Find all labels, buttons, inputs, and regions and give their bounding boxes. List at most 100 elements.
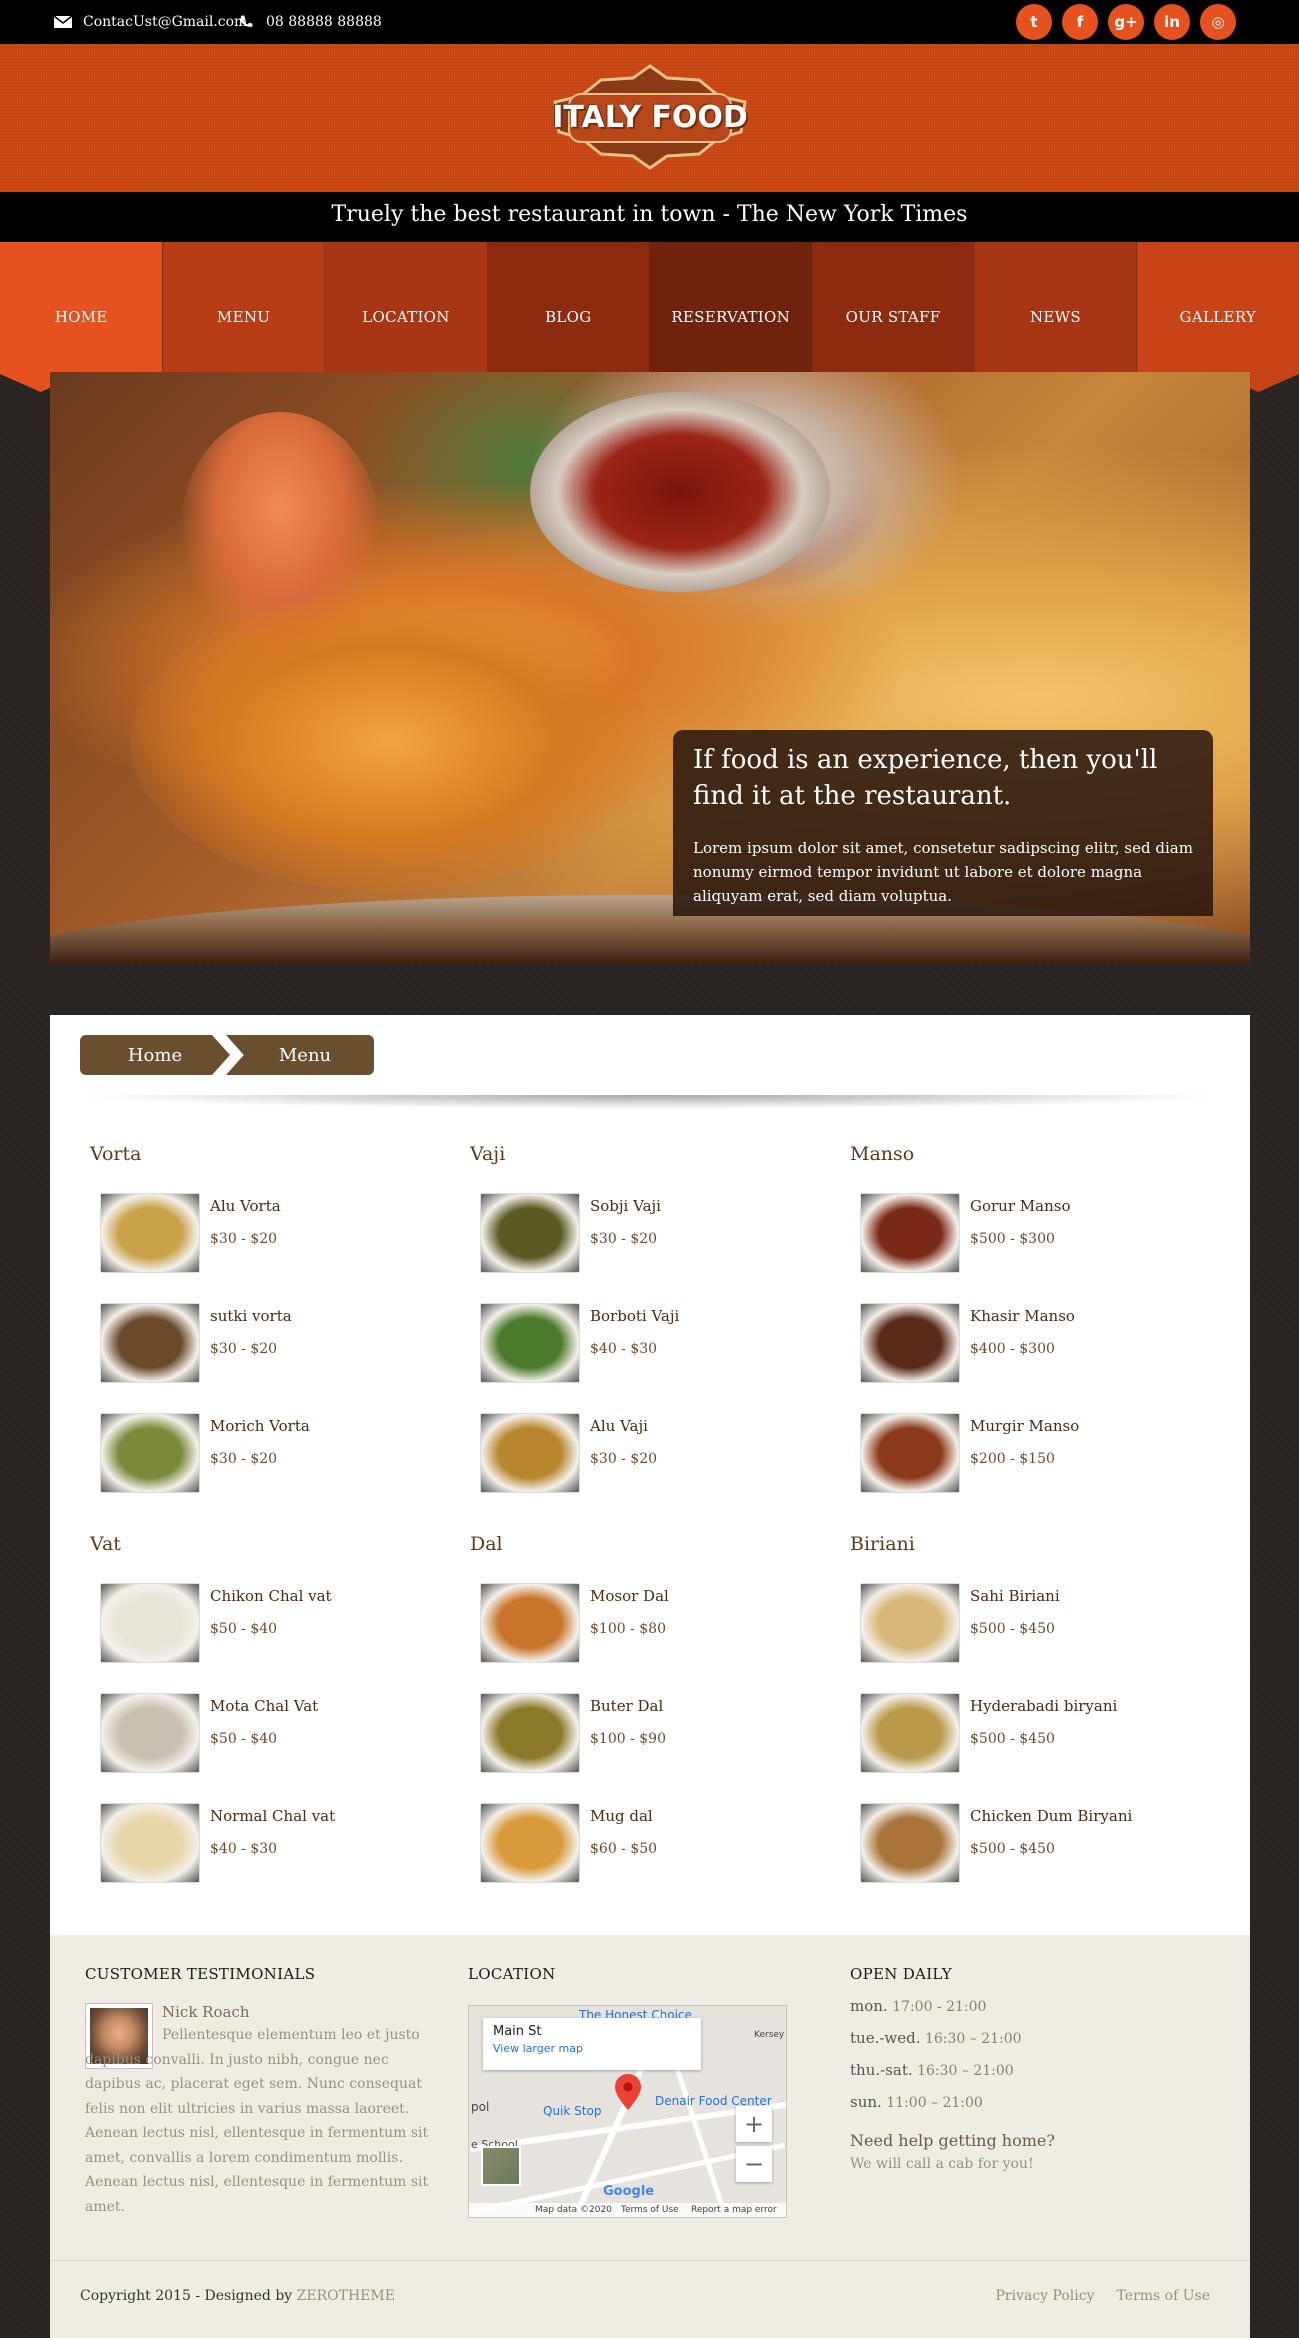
contact-email[interactable]: ContacUst@Gmail.com [53,0,247,44]
menu-item[interactable]: Alu Vaji $30 - $20 [480,1413,840,1493]
nav-item-reservation[interactable]: RESERVATION [649,242,812,392]
google-logo: Google [603,2184,655,2199]
privacy-policy-link[interactable]: Privacy Policy [995,2288,1094,2304]
menu-item-photo[interactable] [480,1693,580,1773]
hero-body: Lorem ipsum dolor sit amet, consetetur s… [693,839,1193,905]
hours-time: 16:30 – 21:00 [924,2031,1022,2047]
menu-item-photo[interactable] [100,1583,200,1663]
menu-item[interactable]: Murgir Manso $200 - $150 [860,1413,1220,1493]
menu-item[interactable]: Sobji Vaji $30 - $20 [480,1193,840,1273]
menu-item-photo[interactable] [100,1303,200,1383]
nav-item-news[interactable]: NEWS [974,242,1137,392]
designer-link[interactable]: ZEROTHEME [297,2288,395,2304]
menu-item[interactable]: Normal Chal vat $40 - $30 [100,1803,460,1883]
facebook-icon[interactable]: f [1062,4,1098,40]
menu-item[interactable]: Hyderabadi biryani $500 - $450 [860,1693,1220,1773]
google-plus-icon[interactable]: g+ [1108,4,1144,40]
menu-item-name[interactable]: sutki vorta [210,1307,292,1325]
menu-item-price: $500 - $300 [970,1231,1055,1247]
menu-item-name[interactable]: Murgir Manso [970,1417,1079,1435]
tagline-bar: Truely the best restaurant in town - The… [0,192,1299,244]
menu-item-price: $60 - $50 [590,1841,658,1857]
map-satellite-toggle[interactable] [481,2146,521,2186]
menu-item-name[interactable]: Borboti Vaji [590,1307,679,1325]
menu-item-name[interactable]: Sobji Vaji [590,1197,661,1215]
menu-item-photo[interactable] [480,1583,580,1663]
map-report-link[interactable]: Report a map error [691,2205,777,2215]
menu-item-photo[interactable] [480,1193,580,1273]
map-larger-link[interactable]: View larger map [493,2042,691,2055]
menu-item-name[interactable]: Mosor Dal [590,1587,669,1605]
divider-shadow [70,1095,1230,1109]
nav-item-menu[interactable]: MENU [162,242,325,392]
menu-item[interactable]: Chicken Dum Biryani $500 - $450 [860,1803,1220,1883]
location-map[interactable]: The Honest Choice Quik Stop Denair Food … [468,2005,787,2218]
nav-item-location[interactable]: LOCATION [324,242,488,392]
menu-item-name[interactable]: Chicken Dum Biryani [970,1807,1132,1825]
menu-item[interactable]: Chikon Chal vat $50 - $40 [100,1583,460,1663]
hero-caption: If food is an experience, then you'll fi… [673,730,1213,916]
map-zoom-in-button[interactable]: + [736,2106,772,2142]
breadcrumb-home[interactable]: Home [80,1035,230,1075]
menu-item[interactable]: Gorur Manso $500 - $300 [860,1193,1220,1273]
menu-item-photo[interactable] [100,1193,200,1273]
menu-item-photo[interactable] [480,1413,580,1493]
menu-item-photo[interactable] [100,1693,200,1773]
terms-of-use-link[interactable]: Terms of Use [1117,2288,1210,2304]
menu-item-photo[interactable] [100,1803,200,1883]
nav-item-our-staff[interactable]: OUR STAFF [811,242,975,392]
menu-item-name[interactable]: Morich Vorta [210,1417,310,1435]
hours-time: 16:30 – 21:00 [917,2063,1014,2079]
menu-item[interactable]: sutki vorta $30 - $20 [100,1303,460,1383]
menu-item-price: $50 - $40 [210,1621,278,1637]
menu-item[interactable]: Alu Vorta $30 - $20 [100,1193,460,1273]
menu-item[interactable]: Sahi Biriani $500 - $450 [860,1583,1220,1663]
menu-item-name[interactable]: Alu Vaji [590,1417,648,1435]
nav-item-blog[interactable]: BLOG [487,242,650,392]
map-zoom-out-button[interactable]: − [736,2146,772,2182]
menu-item-photo[interactable] [860,1303,960,1383]
menu-item-price: $40 - $30 [210,1841,278,1857]
menu-item[interactable]: Khasir Manso $400 - $300 [860,1303,1220,1383]
menu-item-name[interactable]: Khasir Manso [970,1307,1075,1325]
menu-item-photo[interactable] [860,1413,960,1493]
menu-item-name[interactable]: Gorur Manso [970,1197,1070,1215]
menu-item-photo[interactable] [480,1303,580,1383]
menu-item-photo[interactable] [100,1413,200,1493]
map-terms-link[interactable]: Terms of Use [621,2205,679,2215]
menu-item-name[interactable]: Chikon Chal vat [210,1587,332,1605]
menu-item-photo[interactable] [860,1693,960,1773]
menu-item-name[interactable]: Alu Vorta [210,1197,281,1215]
menu-item-photo[interactable] [480,1803,580,1883]
menu-item-name[interactable]: Hyderabadi biryani [970,1697,1117,1715]
menu-item-name[interactable]: Sahi Biriani [970,1587,1060,1605]
menu-item-name[interactable]: Buter Dal [590,1697,663,1715]
hours-day: tue.-wed. [850,2029,921,2047]
menu-item-name[interactable]: Normal Chal vat [210,1807,335,1825]
menu-item-photo[interactable] [860,1803,960,1883]
instagram-icon[interactable]: ◎ [1200,4,1236,40]
menu-item-photo[interactable] [860,1583,960,1663]
menu-item[interactable]: Mota Chal Vat $50 - $40 [100,1693,460,1773]
site-logo[interactable]: ITALY FOOD [549,62,751,170]
map-place-name: Main St [493,2024,542,2039]
linkedin-icon[interactable]: in [1154,4,1190,40]
category-title: Vaji [470,1143,506,1165]
footer-zigzag-edge [50,1929,1250,1941]
nav-item-home[interactable]: HOME [0,242,163,392]
menu-item[interactable]: Borboti Vaji $40 - $30 [480,1303,840,1383]
menu-item-name[interactable]: Mug dal [590,1807,653,1825]
location-column: LOCATION [468,1965,788,1983]
contact-phone[interactable]: 08 88888 88888 [236,0,382,44]
hours-row: mon. 17:00 - 21:00 [850,1997,1210,2015]
menu-item[interactable]: Morich Vorta $30 - $20 [100,1413,460,1493]
menu-item-price: $50 - $40 [210,1731,278,1747]
menu-item[interactable]: Buter Dal $100 - $90 [480,1693,840,1773]
menu-item[interactable]: Mosor Dal $100 - $80 [480,1583,840,1663]
category-title: Biriani [850,1533,915,1555]
menu-item-photo[interactable] [860,1193,960,1273]
menu-item-name[interactable]: Mota Chal Vat [210,1697,318,1715]
nav-item-gallery[interactable]: GALLERY [1136,242,1299,392]
twitter-icon[interactable]: t [1016,4,1052,40]
menu-item[interactable]: Mug dal $60 - $50 [480,1803,840,1883]
